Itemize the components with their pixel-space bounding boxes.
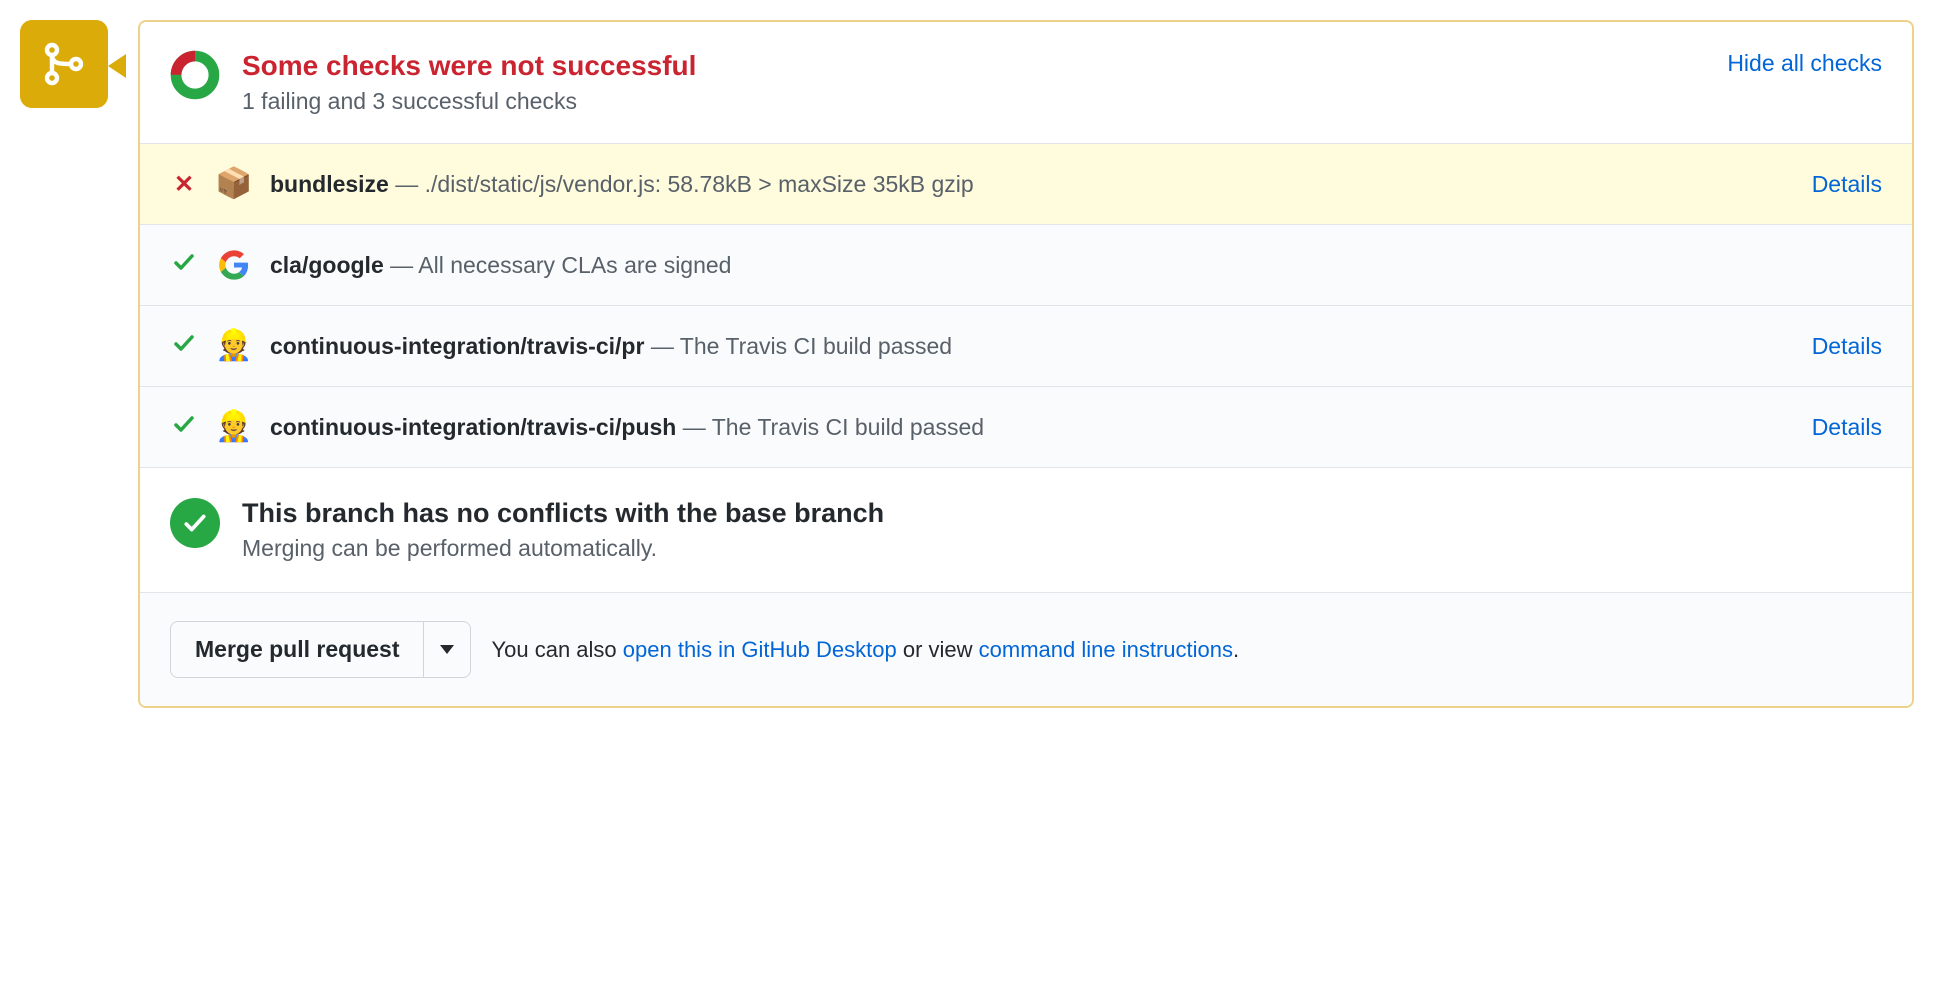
check-avatar: 👷 — [216, 409, 252, 445]
check-avatar: 📦 — [216, 166, 252, 202]
check-text: cla/google — All necessary CLAs are sign… — [270, 252, 1882, 279]
merge-options-dropdown[interactable] — [424, 621, 471, 678]
check-description: All necessary CLAs are signed — [418, 252, 731, 278]
check-row: cla/google — All necessary CLAs are sign… — [140, 224, 1912, 305]
merge-icon — [40, 40, 88, 88]
check-icon — [170, 331, 198, 362]
check-row: 👷 continuous-integration/travis-ci/pr — T… — [140, 305, 1912, 386]
conflicts-summary: This branch has no conflicts with the ba… — [140, 468, 1912, 593]
check-text: bundlesize — ./dist/static/js/vendor.js:… — [270, 171, 1794, 198]
status-donut-icon — [170, 50, 220, 100]
check-details-link[interactable]: Details — [1812, 171, 1882, 198]
check-row: 👷 continuous-integration/travis-ci/push —… — [140, 386, 1912, 467]
merge-footer-text: You can also open this in GitHub Desktop… — [491, 637, 1239, 663]
open-desktop-link[interactable]: open this in GitHub Desktop — [623, 637, 897, 662]
travis-icon: 👷 — [215, 331, 252, 361]
check-description: ./dist/static/js/vendor.js: 58.78kB > ma… — [425, 171, 974, 197]
checks-summary: Some checks were not successful 1 failin… — [140, 22, 1912, 144]
check-avatar: 👷 — [216, 328, 252, 364]
merge-footer: Merge pull request You can also open thi… — [140, 593, 1912, 706]
check-details-link[interactable]: Details — [1812, 414, 1882, 441]
checks-list: ✕ 📦 bundlesize — ./dist/static/js/vendor.j… — [140, 144, 1912, 468]
check-name: bundlesize — [270, 171, 389, 197]
checks-status-subtitle: 1 failing and 3 successful checks — [242, 88, 1705, 115]
check-description: The Travis CI build passed — [712, 414, 984, 440]
check-icon — [170, 250, 198, 281]
x-icon: ✕ — [170, 170, 198, 199]
merge-status-badge — [20, 20, 108, 108]
check-icon — [170, 412, 198, 443]
check-description: The Travis CI build passed — [680, 333, 952, 359]
check-row: ✕ 📦 bundlesize — ./dist/static/js/vendor.j… — [140, 144, 1912, 224]
travis-icon: 👷 — [215, 412, 252, 442]
merge-button-group: Merge pull request — [170, 621, 471, 678]
conflicts-title: This branch has no conflicts with the ba… — [242, 498, 884, 529]
chevron-down-icon — [440, 645, 454, 654]
success-check-icon — [170, 498, 220, 548]
google-logo-icon — [218, 249, 250, 281]
checks-status-title: Some checks were not successful — [242, 50, 1705, 82]
check-avatar — [216, 247, 252, 283]
check-text: continuous-integration/travis-ci/push — … — [270, 414, 1794, 441]
conflicts-subtitle: Merging can be performed automatically. — [242, 535, 884, 562]
check-name: continuous-integration/travis-ci/push — [270, 414, 676, 440]
check-details-link[interactable]: Details — [1812, 333, 1882, 360]
toggle-checks-link[interactable]: Hide all checks — [1727, 50, 1882, 77]
check-name: cla/google — [270, 252, 384, 278]
package-icon: 📦 — [215, 169, 252, 199]
merge-pull-request-button[interactable]: Merge pull request — [170, 621, 424, 678]
check-text: continuous-integration/travis-ci/pr — Th… — [270, 333, 1794, 360]
command-line-link[interactable]: command line instructions — [979, 637, 1233, 662]
check-name: continuous-integration/travis-ci/pr — [270, 333, 644, 359]
merge-panel: Some checks were not successful 1 failin… — [138, 20, 1914, 708]
